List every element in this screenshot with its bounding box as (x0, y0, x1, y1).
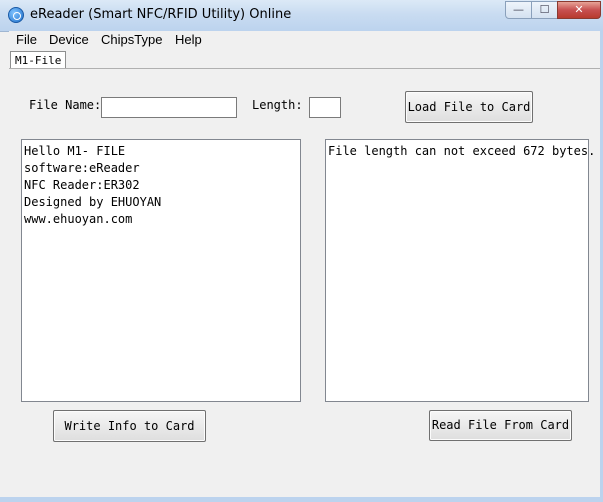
info-line: software:eReader (24, 161, 140, 175)
output-line: File length can not exceed 672 bytes. (328, 144, 596, 158)
menu-help[interactable]: Help (175, 32, 202, 47)
read-file-from-card-button[interactable]: Read File From Card (429, 410, 572, 441)
title-bar: eReader (Smart NFC/RFID Utility) Online … (0, 0, 603, 32)
menu-chips-type[interactable]: ChipsType (101, 32, 162, 47)
close-button[interactable]: ✕ (557, 1, 601, 19)
menu-bar: File Device ChipsType Help (9, 31, 603, 49)
file-output-textarea[interactable]: File length can not exceed 672 bytes. (325, 139, 596, 402)
tab-m1-file[interactable]: M1-File (10, 51, 67, 69)
info-line: NFC Reader:ER302 (24, 178, 140, 192)
tab-divider (9, 68, 603, 69)
card-info-textarea[interactable]: Hello M1- FILE software:eReader NFC Read… (21, 139, 301, 402)
file-name-input[interactable] (101, 97, 237, 118)
minimize-button[interactable]: — (505, 1, 532, 19)
maximize-button[interactable]: ☐ (531, 1, 558, 19)
write-info-to-card-button[interactable]: Write Info to Card (53, 410, 206, 442)
info-line: Hello M1- FILE (24, 144, 126, 158)
length-label: Length: (252, 98, 303, 112)
length-input[interactable] (309, 97, 341, 118)
file-name-label: File Name: (29, 98, 102, 112)
window-frame-bottom (0, 497, 603, 502)
menu-file[interactable]: File (16, 32, 37, 47)
window-title: eReader (Smart NFC/RFID Utility) Online (30, 7, 292, 22)
menu-device[interactable]: Device (49, 32, 89, 47)
info-line: www.ehuoyan.com (24, 212, 133, 226)
load-file-to-card-button[interactable]: Load File to Card (405, 91, 533, 123)
app-icon (8, 7, 24, 23)
info-line: Designed by EHUOYAN (24, 195, 162, 209)
